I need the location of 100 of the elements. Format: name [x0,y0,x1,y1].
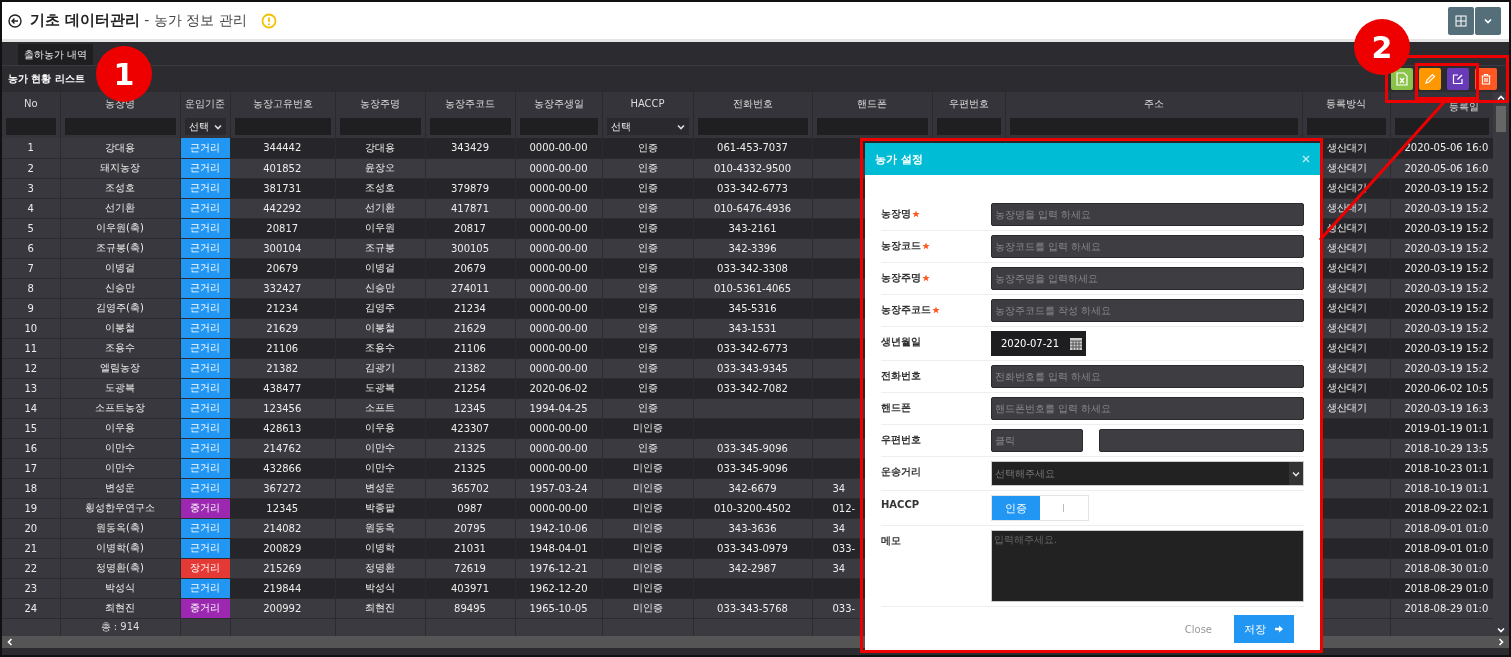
table-cell: 20 [2,518,60,538]
table-cell: 219844 [230,578,335,598]
chevron-down-icon [213,122,222,131]
calendar-icon [1069,336,1083,351]
filter-input[interactable] [64,118,176,135]
vertical-scrollbar[interactable] [1493,92,1509,636]
filter-input[interactable] [1009,118,1298,135]
table-cell: 21382 [230,358,335,378]
pencil-button[interactable] [1419,68,1441,90]
field-label: 농장명 [881,203,991,221]
chevron-down-icon [1484,16,1492,25]
table-cell: 20817 [230,218,335,238]
table-cell: 강대용 [335,138,425,158]
column-header[interactable]: HACCP [602,92,693,115]
grid-icon [1455,14,1467,27]
chevron-down-icon [676,122,685,131]
filter-input[interactable] [234,118,331,135]
field-label: 생년월일 [881,335,922,349]
table-cell: 11 [2,338,60,358]
table-cell: 0000-00-00 [515,138,602,158]
table-cell: 6 [2,238,60,258]
table-cell: 21234 [230,298,335,318]
table-cell: 200992 [230,598,335,618]
table-cell: 5 [2,218,60,238]
table-cell: 215269 [230,558,335,578]
table-cell: 381731 [230,178,335,198]
arrow-right-icon [1274,624,1284,634]
text-input[interactable]: 농장코드를 입력 하세요 [991,235,1304,258]
table-cell: 428613 [230,418,335,438]
chevron-down-icon [1497,626,1505,634]
chevron-left-icon [6,638,14,646]
column-header[interactable]: No [2,92,60,115]
table-cell: 2 [2,158,60,178]
filter-select[interactable]: 선택 [184,118,226,135]
address-input[interactable] [1099,429,1304,452]
zip-input[interactable]: 클릭 [991,429,1083,452]
edit-button[interactable] [1447,68,1469,90]
delete-button[interactable] [1475,68,1497,90]
column-header[interactable]: 전화번호 [693,92,812,115]
column-header[interactable]: 농장고유번호 [230,92,335,115]
filter-input[interactable] [1394,118,1489,135]
tab[interactable]: 출하농가 내역 [18,44,94,65]
field-label: 농장주코드 [881,299,991,317]
column-header[interactable]: 농장주생일 [515,92,602,115]
table-cell: 13 [2,378,60,398]
filter-select[interactable]: 선택 [606,118,689,135]
column-header[interactable]: 농장주명 [335,92,425,115]
column-header[interactable]: 운임기준 [180,92,230,115]
column-header[interactable]: 핸드폰 [812,92,932,115]
table-cell: 367272 [230,478,335,498]
field-label: 우편번호 [881,433,922,447]
table-cell: 343429 [425,138,515,158]
table-cell: 16 [2,438,60,458]
filter-input[interactable] [519,118,598,135]
text-input[interactable]: 농장주명을 입력하세요 [991,267,1304,290]
page-title: 기초 데이터관리 [30,11,141,30]
table-cell: 1 [2,138,60,158]
text-input[interactable]: 핸드폰번호를 입력 하세요 [991,397,1304,420]
filter-input[interactable] [6,118,56,135]
back-icon[interactable] [8,13,22,28]
table-cell: 3 [2,178,60,198]
close-icon[interactable] [1302,155,1310,163]
field-label: 핸드폰 [881,401,912,415]
text-input[interactable]: 농장명을 입력 하세요 [991,203,1304,226]
field-label: 운송거리 [881,465,922,479]
dialog-title: 농가 설정 [875,151,923,167]
table-cell: 300104 [230,238,335,258]
table-cell: 14 [2,398,60,418]
table-cell: 344442 [230,138,335,158]
table-cell: 인증 [602,138,693,158]
pencil-icon [1424,73,1436,85]
filter-input[interactable] [697,118,808,135]
excel-button[interactable] [1391,68,1413,90]
filter-input[interactable] [429,118,511,135]
filter-input[interactable] [339,118,421,135]
table-cell: 432866 [230,458,335,478]
filter-input[interactable] [936,118,1001,135]
highlight-frame [1415,63,1479,100]
table-cell: 442292 [230,198,335,218]
select-field[interactable]: 선택해주세요 [991,461,1304,486]
table-cell: 200829 [230,538,335,558]
field-label: 농장주명 [881,267,991,285]
date-field[interactable]: 2020-07-21 [991,331,1086,356]
dropdown-button[interactable] [1475,6,1501,35]
filter-input[interactable] [1306,118,1386,135]
column-header[interactable]: 주소 [1005,92,1302,115]
memo-field[interactable]: 입력해주세요. [991,530,1304,602]
table-cell: 20679 [230,258,335,278]
column-header[interactable]: 등록방식 [1302,92,1390,115]
scrollbar-thumb[interactable] [1496,106,1506,132]
column-header[interactable]: 농장주코드 [425,92,515,115]
table-cell: 18 [2,478,60,498]
chevron-up-icon [1497,94,1505,102]
table-cell: 12345 [230,498,335,518]
column-header[interactable]: 우편번호 [932,92,1005,115]
grid-button[interactable] [1448,6,1474,35]
filter-input[interactable] [816,118,928,135]
text-input[interactable]: 전화번호를 입력 하세요 [991,365,1304,388]
table-cell: 214762 [230,438,335,458]
text-input[interactable]: 농장주코드를 작성 하세요 [991,299,1304,322]
